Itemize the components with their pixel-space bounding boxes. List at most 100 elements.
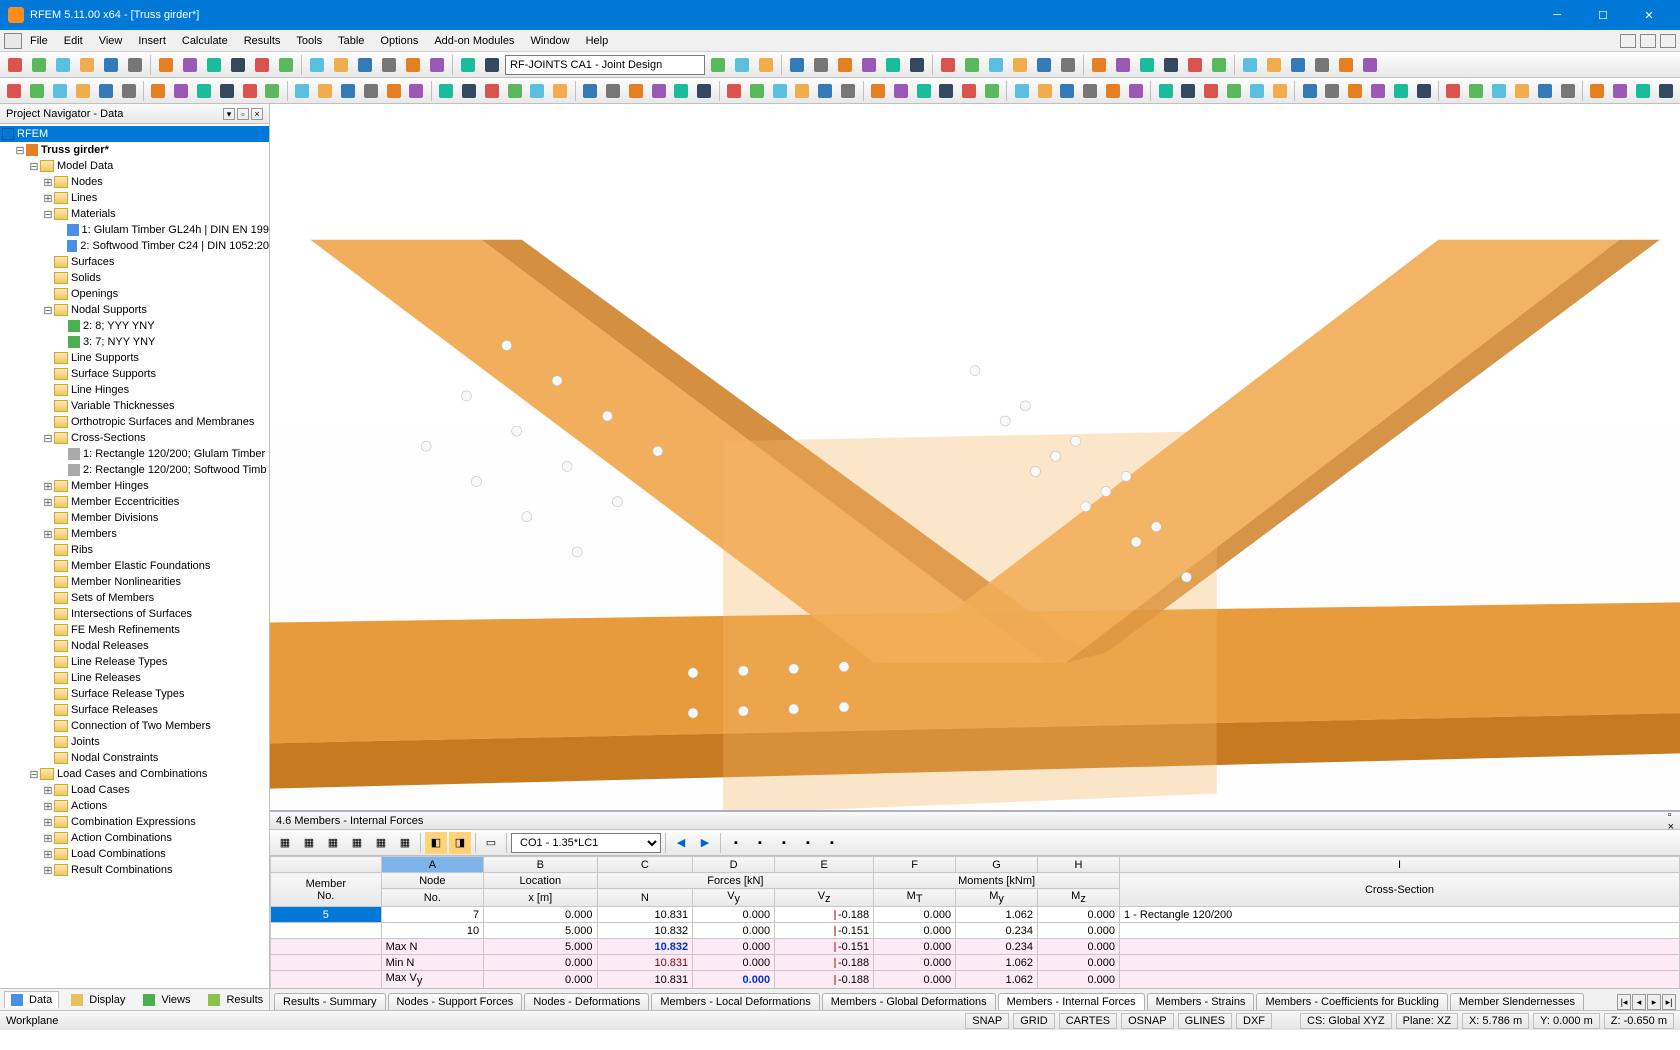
toggle-osnap[interactable]: OSNAP	[1121, 1013, 1174, 1029]
tree-item[interactable]: Connection of Two Members	[0, 718, 269, 734]
toolbar-button[interactable]	[27, 80, 48, 102]
toolbar-button[interactable]	[961, 54, 983, 76]
maximize-button[interactable]: ☐	[1580, 0, 1626, 30]
toolbar-button[interactable]	[4, 54, 26, 76]
next-button[interactable]: ▶	[694, 832, 716, 854]
toolbar-button[interactable]	[1136, 54, 1158, 76]
toolbar-button[interactable]	[1359, 54, 1381, 76]
toolbar-button[interactable]	[671, 80, 692, 102]
toolbar-button[interactable]	[1033, 54, 1055, 76]
tab-next[interactable]: ▸	[1647, 994, 1661, 1010]
toolbar-button[interactable]	[1009, 54, 1031, 76]
toolbar-button[interactable]	[602, 80, 623, 102]
tree-item[interactable]: ⊞Load Cases	[0, 782, 269, 798]
table-tool-button[interactable]: ▦	[346, 832, 368, 854]
nav-tab-views[interactable]: Views	[137, 992, 196, 1008]
toolbar-button[interactable]	[792, 80, 813, 102]
tree-item[interactable]: Sets of Members	[0, 590, 269, 606]
toolbar-button[interactable]	[1335, 54, 1357, 76]
tree-item[interactable]: 2: 8; YYY YNY	[0, 318, 269, 334]
table-row[interactable]: Min N0.00010.8310.000-0.1880.0001.0620.0…	[271, 955, 1680, 971]
tree-item[interactable]: ⊞Nodes	[0, 174, 269, 190]
toolbar-button[interactable]	[1368, 80, 1389, 102]
toolbar-button[interactable]	[28, 54, 50, 76]
toolbar-button[interactable]	[755, 54, 777, 76]
tab-last[interactable]: ▸|	[1662, 994, 1676, 1010]
menu-addon[interactable]: Add-on Modules	[426, 33, 522, 49]
tree-item[interactable]: Ribs	[0, 542, 269, 558]
toolbar-button[interactable]	[100, 54, 122, 76]
toolbar-button[interactable]	[383, 80, 404, 102]
table-tool-button[interactable]: ▪	[821, 832, 843, 854]
tree-item[interactable]: ⊞Lines	[0, 190, 269, 206]
toolbar-button[interactable]	[148, 80, 169, 102]
tree-item[interactable]: Intersections of Surfaces	[0, 606, 269, 622]
menu-edit[interactable]: Edit	[56, 33, 91, 49]
toggle-snap[interactable]: SNAP	[965, 1013, 1009, 1029]
table-row[interactable]: Max Vy0.00010.8310.000-0.1880.0001.0620.…	[271, 971, 1680, 988]
menu-view[interactable]: View	[91, 33, 131, 49]
tree-item[interactable]: ⊟Load Cases and Combinations	[0, 766, 269, 782]
toolbar-button[interactable]	[1311, 54, 1333, 76]
menu-results[interactable]: Results	[236, 33, 289, 49]
toolbar-button[interactable]	[239, 80, 260, 102]
tree-item[interactable]: Surface Releases	[0, 702, 269, 718]
toolbar-button[interactable]	[402, 54, 424, 76]
toolbar-button[interactable]	[1269, 80, 1290, 102]
toolbar-button[interactable]	[1224, 80, 1245, 102]
toolbar-button[interactable]	[179, 54, 201, 76]
tree-item[interactable]: ⊟Nodal Supports	[0, 302, 269, 318]
toolbar-button[interactable]	[1125, 80, 1146, 102]
tree-item[interactable]: Variable Thicknesses	[0, 398, 269, 414]
toolbar-button[interactable]	[834, 54, 856, 76]
menu-calculate[interactable]: Calculate	[174, 33, 236, 49]
toolbar-button[interactable]	[1587, 80, 1608, 102]
menu-window[interactable]: Window	[522, 33, 577, 49]
table-tool-button[interactable]: ▦	[298, 832, 320, 854]
toolbar-button[interactable]	[959, 80, 980, 102]
toggle-dxf[interactable]: DXF	[1236, 1013, 1272, 1029]
toolbar-button[interactable]	[786, 54, 808, 76]
table-tool-button[interactable]: ▭	[480, 832, 502, 854]
toolbar-button[interactable]	[251, 54, 273, 76]
toolbar-button[interactable]	[360, 80, 381, 102]
navigator-pin-button[interactable]: ▫	[237, 108, 249, 120]
toolbar-button[interactable]	[1011, 80, 1032, 102]
table-tool-button[interactable]: ▦	[370, 832, 392, 854]
navigator-dropdown-button[interactable]: ▾	[223, 108, 235, 120]
toolbar-button[interactable]	[76, 54, 98, 76]
toolbar-button[interactable]	[50, 80, 71, 102]
tree-item[interactable]: 1: Glulam Timber GL24h | DIN EN 199	[0, 222, 269, 238]
toolbar-button[interactable]	[985, 54, 1007, 76]
toolbar-button[interactable]	[982, 80, 1003, 102]
toolbar-button[interactable]	[1413, 80, 1434, 102]
table-tab[interactable]: Members - Internal Forces	[998, 993, 1145, 1010]
menu-help[interactable]: Help	[578, 33, 617, 49]
toolbar-button[interactable]	[580, 80, 601, 102]
menu-insert[interactable]: Insert	[130, 33, 174, 49]
table-tab[interactable]: Members - Local Deformations	[651, 993, 819, 1010]
toolbar-button[interactable]	[1239, 54, 1261, 76]
toolbar-button[interactable]	[937, 54, 959, 76]
toggle-cartes[interactable]: CARTES	[1059, 1013, 1117, 1029]
toolbar-button[interactable]	[330, 54, 352, 76]
toolbar-button[interactable]	[1557, 80, 1578, 102]
tree-item[interactable]: ⊞Actions	[0, 798, 269, 814]
toolbar-button[interactable]	[481, 54, 503, 76]
tree-item[interactable]: Joints	[0, 734, 269, 750]
table-tab[interactable]: Nodes - Deformations	[524, 993, 649, 1010]
toolbar-button[interactable]	[882, 54, 904, 76]
navigator-close-button[interactable]: ×	[251, 108, 263, 120]
toolbar-button[interactable]	[1263, 54, 1285, 76]
tree-item[interactable]: 3: 7; NYY YNY	[0, 334, 269, 350]
toolbar-button[interactable]	[216, 80, 237, 102]
nav-tab-data[interactable]: Data	[4, 991, 59, 1008]
tree-item[interactable]: ⊟Model Data	[0, 158, 269, 174]
tree-item[interactable]: 2: Rectangle 120/200; Softwood Timb	[0, 462, 269, 478]
toolbar-button[interactable]	[1155, 80, 1176, 102]
toolbar-button[interactable]	[1345, 80, 1366, 102]
toolbar-button[interactable]	[1080, 80, 1101, 102]
toolbar-button[interactable]	[1655, 80, 1676, 102]
results-grid[interactable]: ABCDEFGHIMemberNo.NodeLocationForces [kN…	[270, 856, 1680, 988]
toolbar-button[interactable]	[354, 54, 376, 76]
